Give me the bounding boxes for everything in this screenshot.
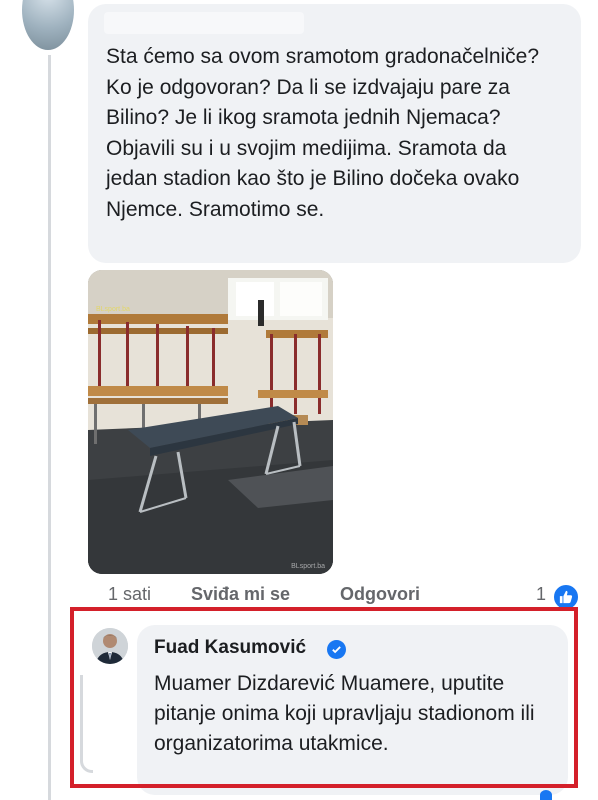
reply-button[interactable]: Odgovori xyxy=(340,584,420,605)
partial-like-icon xyxy=(540,790,552,800)
highlight-box xyxy=(70,607,578,788)
thread-line xyxy=(48,55,51,800)
comment-bubble: Sta ćemo sa ovom sramotom gradonačelniče… xyxy=(88,4,581,263)
like-count[interactable]: 1 xyxy=(536,584,546,605)
comment-photo[interactable]: BLsport.ba BLsport.ba xyxy=(88,270,333,574)
photo-watermark: BLsport.ba xyxy=(96,306,130,313)
like-button[interactable]: Sviđa mi se xyxy=(191,584,290,605)
redacted-commenter-name xyxy=(104,12,304,34)
comment-timestamp[interactable]: 1 sati xyxy=(108,584,151,605)
locker-room-image xyxy=(88,270,333,574)
comment-text: Sta ćemo sa ovom sramotom gradonačelniče… xyxy=(106,45,540,221)
commenter-avatar[interactable] xyxy=(22,0,74,50)
photo-watermark-bottom: BLsport.ba xyxy=(291,563,325,570)
